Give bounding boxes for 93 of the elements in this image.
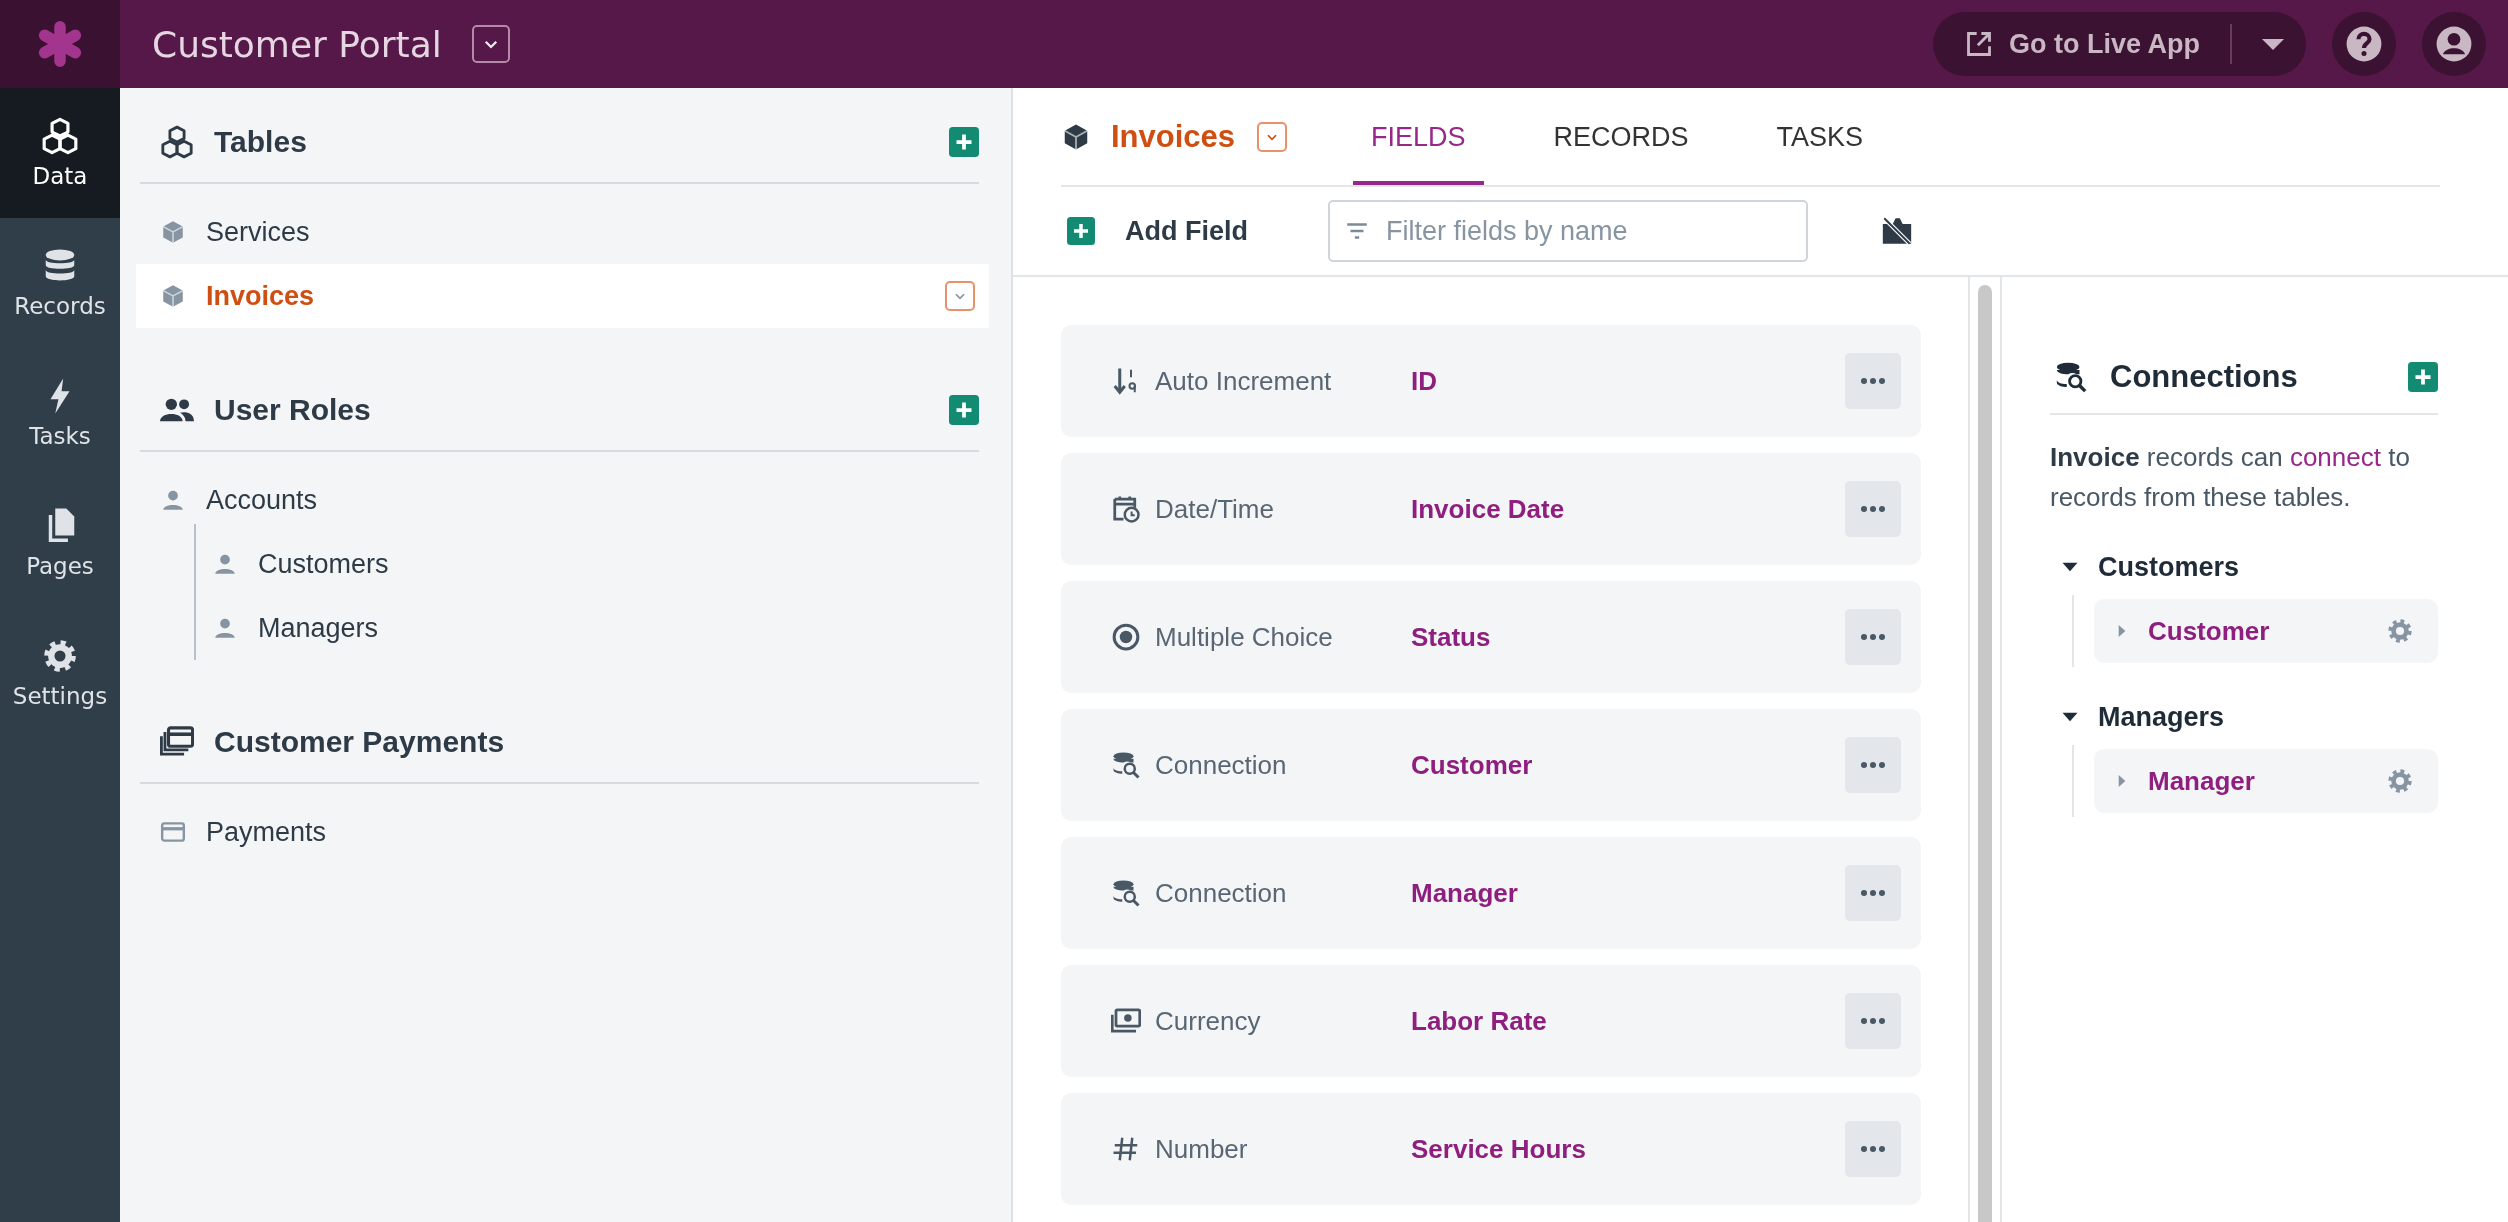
sidebar-item[interactable]: Customers: [196, 532, 989, 596]
caret-down-icon: [2262, 38, 2284, 50]
more-button[interactable]: [1845, 353, 1901, 409]
more-button[interactable]: [1845, 737, 1901, 793]
group-toggle[interactable]: Customers: [2050, 539, 2246, 595]
cubes-icon: [41, 117, 79, 155]
credit-card-icon: [160, 819, 186, 845]
field-name: Status: [1411, 621, 1492, 653]
add-button[interactable]: [949, 395, 979, 425]
field-card[interactable]: Currency Labor Rate: [1061, 965, 1921, 1077]
ellipsis-icon: [1861, 1018, 1885, 1024]
more-button[interactable]: [1845, 1121, 1901, 1177]
more-button[interactable]: [1845, 609, 1901, 665]
field-card[interactable]: Connection Customer: [1061, 709, 1921, 821]
settings-icon: [41, 637, 79, 675]
ellipsis-icon: [1861, 634, 1885, 640]
add-button[interactable]: [949, 127, 979, 157]
filter-field[interactable]: Filter fields by name: [1328, 200, 1808, 262]
field-type: Currency: [1155, 1005, 1262, 1037]
cube-icon: [160, 219, 186, 245]
field-card[interactable]: Multiple Choice Status: [1061, 581, 1921, 693]
cube-icon: [160, 283, 186, 309]
connect-link[interactable]: connect: [2289, 442, 2381, 472]
plus-icon: [949, 127, 979, 157]
tab[interactable]: RECORDS: [1535, 88, 1707, 185]
badge-slash-icon: [1880, 214, 1914, 248]
field-name: ID: [1411, 365, 1438, 397]
database-search-icon: [1111, 878, 1141, 908]
external-link-icon: [1965, 30, 1993, 58]
nav-item[interactable]: Tasks: [0, 348, 120, 478]
help-icon: [2345, 25, 2383, 63]
sidebar-item[interactable]: Accounts: [136, 468, 989, 532]
add-field-button[interactable]: Add Field: [1067, 215, 1248, 247]
account-icon: [2435, 25, 2473, 63]
field-name: Manager: [1411, 877, 1519, 909]
ellipsis-icon: [1861, 1146, 1885, 1152]
settings-icon: [2386, 617, 2414, 645]
database-search-icon: [2054, 360, 2088, 394]
nav-item[interactable]: Pages: [0, 478, 120, 608]
field-card[interactable]: Date/Time Invoice Date: [1061, 453, 1921, 565]
section-title: User Roles: [214, 393, 372, 427]
plus-icon: [2408, 362, 2438, 392]
table-title: Invoices: [1111, 118, 1236, 155]
asterisk-logo-icon: [37, 21, 83, 67]
field-name: Invoice Date: [1411, 493, 1566, 525]
plus-icon: [949, 395, 979, 425]
field-type: Date/Time: [1155, 493, 1275, 525]
hide-fields-button[interactable]: [1880, 214, 1914, 248]
field-type: Connection: [1155, 749, 1288, 781]
calendar-clock-icon: [1111, 494, 1141, 524]
tab[interactable]: FIELDS: [1353, 88, 1484, 185]
more-button[interactable]: [1845, 865, 1901, 921]
ellipsis-icon: [1861, 890, 1885, 896]
settings-icon: [2386, 767, 2414, 795]
ellipsis-icon: [1861, 506, 1885, 512]
field-type: Auto Increment: [1155, 365, 1333, 397]
sidebar-item[interactable]: Payments: [136, 800, 989, 864]
field-card[interactable]: Number Service Hours: [1061, 1093, 1921, 1205]
tab[interactable]: TASKS: [1758, 88, 1882, 185]
nav-item[interactable]: Settings: [0, 608, 120, 738]
sidebar-item[interactable]: Managers: [196, 596, 989, 660]
section-title: Customer Payments: [214, 725, 506, 759]
more-button[interactable]: [1845, 481, 1901, 537]
nav-item[interactable]: Records: [0, 218, 120, 348]
sidebar-item[interactable]: Invoices: [136, 264, 989, 328]
plus-icon: [1067, 217, 1095, 245]
cubes-icon: [160, 125, 194, 159]
field-type: Multiple Choice: [1155, 621, 1334, 653]
field-name: Customer: [1411, 749, 1534, 781]
app-menu-button[interactable]: [471, 25, 510, 63]
database-search-icon: [1111, 750, 1141, 780]
sidebar-item[interactable]: Services: [136, 200, 989, 264]
connections-description: Invoice records can connect to records from these tables.: [2050, 441, 2411, 514]
app-title: Customer Portal: [152, 23, 442, 65]
connections-title: Connections: [2110, 359, 2299, 395]
ellipsis-icon: [1861, 762, 1885, 768]
field-card[interactable]: Auto Increment ID: [1061, 325, 1921, 437]
field-type: Connection: [1155, 877, 1288, 909]
more-button[interactable]: [1845, 993, 1901, 1049]
ellipsis-icon: [1861, 378, 1885, 384]
field-type: Number: [1155, 1133, 1249, 1165]
live-app-button[interactable]: Go to Live App: [1933, 12, 2306, 76]
radio-icon: [1111, 622, 1141, 652]
connection-item[interactable]: Customer: [2094, 599, 2438, 663]
nav-item[interactable]: Data: [0, 88, 120, 218]
group-toggle[interactable]: Managers: [2050, 689, 2231, 745]
scrollbar-thumb[interactable]: [1978, 285, 1992, 1222]
section-title: Tables: [214, 125, 308, 159]
field-name: Labor Rate: [1411, 1005, 1548, 1037]
field-name: Service Hours: [1411, 1133, 1587, 1165]
add-button[interactable]: [2408, 362, 2438, 392]
connection-item[interactable]: Manager: [2094, 749, 2438, 813]
field-card[interactable]: Connection Manager: [1061, 837, 1921, 949]
